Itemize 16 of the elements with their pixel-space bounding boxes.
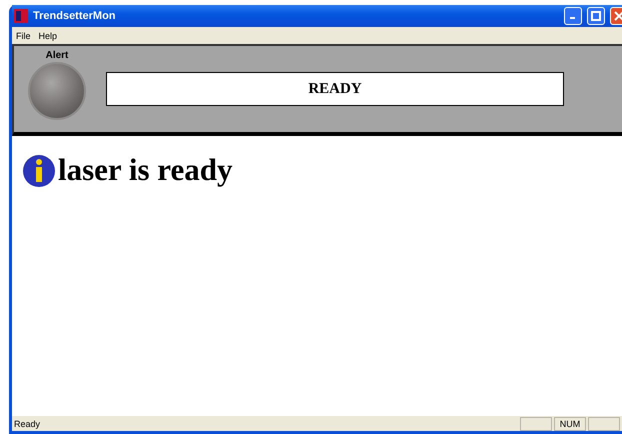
close-icon [614,11,622,21]
status-display: READY [106,72,564,106]
menu-item[interactable]: File [16,30,31,40]
message-text: laser is ready [58,154,233,186]
maximize-button[interactable] [587,7,605,25]
maximize-icon [591,11,601,21]
minimize-button[interactable] [564,7,582,25]
status-indicator: NUM [554,416,586,430]
window-title: TrendsetterMon [33,10,117,22]
status-text: Ready [13,418,42,428]
app-icon [14,9,28,23]
menu-item[interactable]: Help [38,30,58,40]
status-pane [588,416,620,430]
alert-label: Alert [46,50,68,61]
status-pane [520,416,552,430]
info-icon [22,154,56,188]
